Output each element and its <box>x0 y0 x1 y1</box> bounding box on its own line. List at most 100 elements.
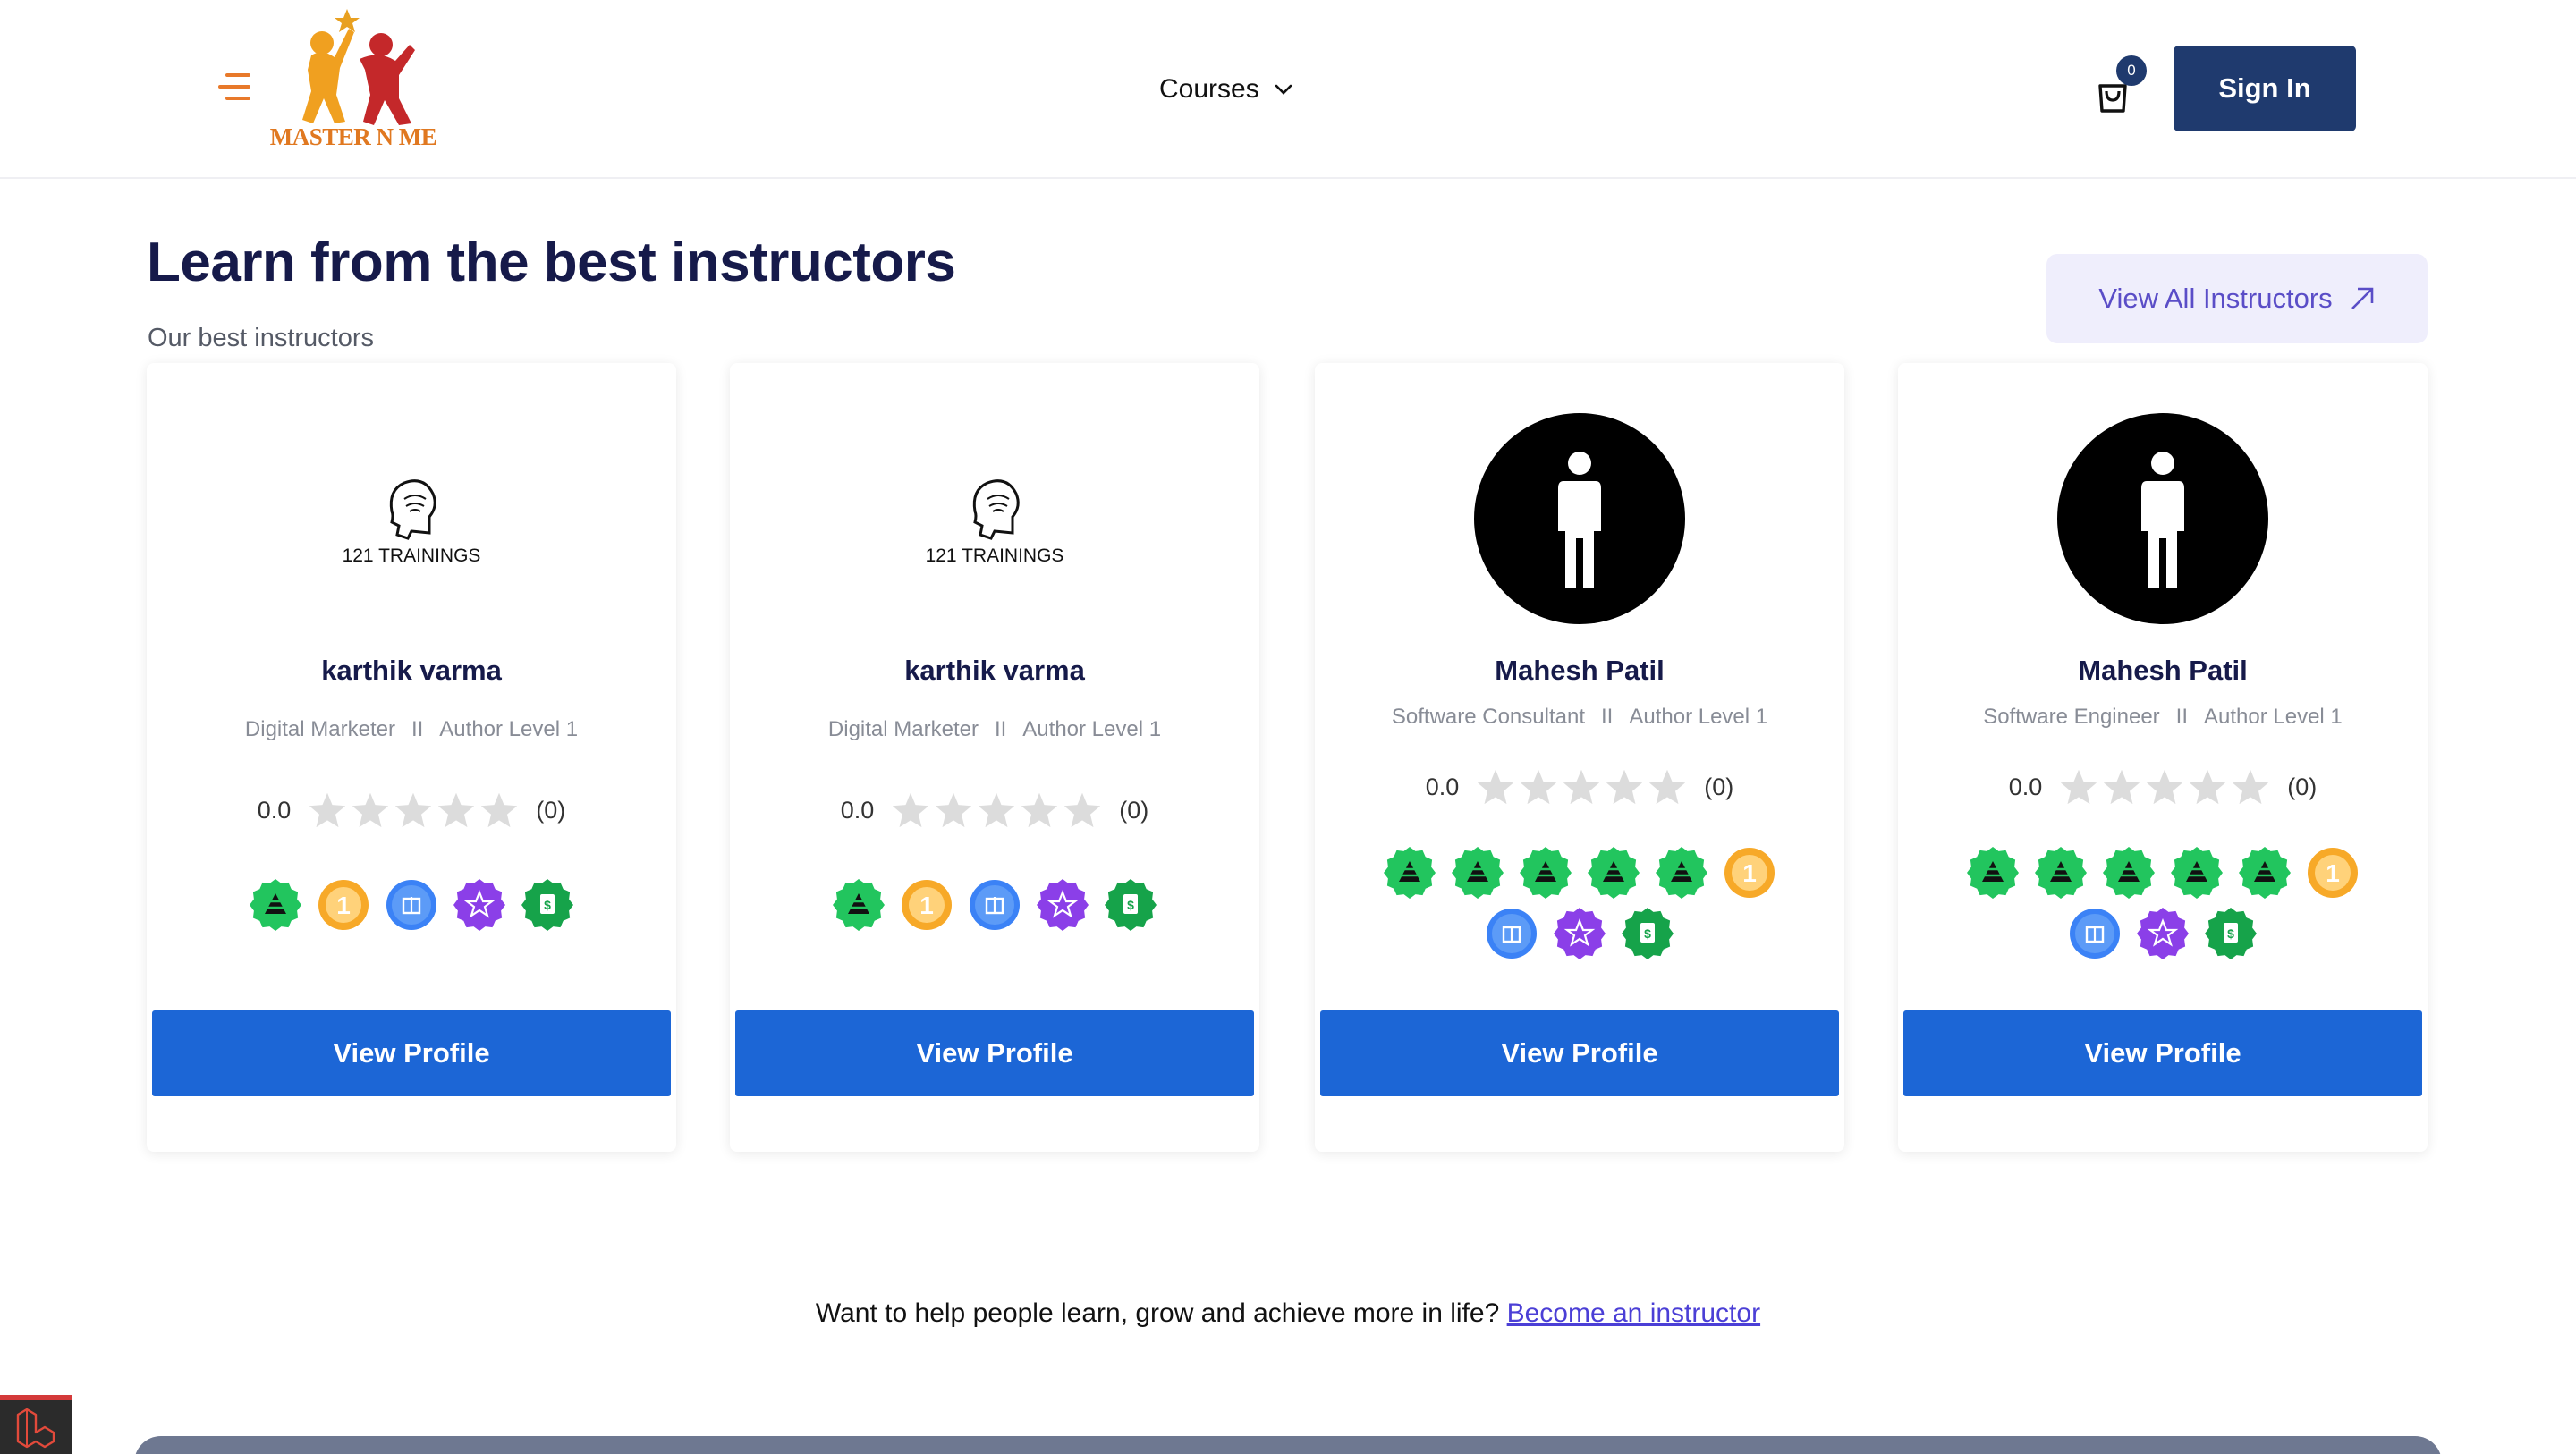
meta-separator: II <box>411 717 424 741</box>
instructor-card: Mahesh Patil Software Engineer II Author Le… <box>1898 363 2428 1152</box>
green-certificate-badge-icon: $ <box>2205 908 2257 959</box>
instructor-name[interactable]: Mahesh Patil <box>1315 655 1844 687</box>
review-count: (0) <box>1704 773 1734 800</box>
hamburger-menu-icon[interactable] <box>218 73 250 102</box>
review-count: (0) <box>2287 773 2318 800</box>
rating-value: 0.0 <box>1425 773 1460 800</box>
rating-row: 0.0 (0) <box>1315 767 1844 807</box>
star-icon <box>1021 792 1058 828</box>
instructor-name[interactable]: Mahesh Patil <box>1898 655 2428 687</box>
svg-text:1: 1 <box>1742 859 1757 887</box>
view-all-label: View All Instructors <box>2098 283 2333 314</box>
purple-star-badge-icon <box>1037 879 1089 931</box>
svg-text:$: $ <box>2227 926 2234 941</box>
green-certificate-badge-icon: $ <box>1105 879 1157 931</box>
green-pyramid-badge-icon <box>1656 847 1707 899</box>
purple-star-badge-icon <box>453 879 505 931</box>
section-title: Learn from the best instructors <box>147 232 956 293</box>
author-level: Author Level 1 <box>1629 705 1768 729</box>
rating-value: 0.0 <box>2008 773 2043 800</box>
rating-value: 0.0 <box>840 796 875 824</box>
become-instructor-cta: Want to help people learn, grow and achi… <box>0 1298 2576 1329</box>
green-pyramid-badge-icon <box>1967 847 2019 899</box>
green-pyramid-badge-icon <box>2171 847 2223 899</box>
site-header: MASTER N ME Courses 0 Sign In <box>0 0 2576 179</box>
green-pyramid-badge-icon <box>1520 847 1572 899</box>
section-subtitle: Our best instructors <box>148 324 375 352</box>
view-profile-button[interactable]: View Profile <box>735 1010 1254 1096</box>
star-icon <box>2061 769 2097 805</box>
meta-separator: II <box>994 717 1007 741</box>
courses-dropdown[interactable]: Courses <box>1159 72 1293 107</box>
meta-separator: II <box>1601 705 1614 729</box>
star-icon <box>309 792 346 828</box>
green-certificate-badge-icon: $ <box>1622 908 1674 959</box>
star-icon <box>1563 769 1600 805</box>
courses-label: Courses <box>1159 74 1259 104</box>
star-icon <box>2190 769 2226 805</box>
instructor-name[interactable]: karthik varma <box>147 655 676 687</box>
badge-list: 1 $ <box>1368 846 1791 960</box>
instructor-role: Digital Marketer <box>827 717 979 741</box>
sign-in-button[interactable]: Sign In <box>2174 46 2356 131</box>
svg-text:$: $ <box>544 898 551 912</box>
star-icon <box>1521 769 1557 805</box>
star-rating <box>2058 767 2271 807</box>
svg-text:$: $ <box>1644 926 1651 941</box>
blue-gift-badge-icon <box>2070 909 2120 959</box>
laravel-icon <box>16 1408 55 1449</box>
svg-text:1: 1 <box>2326 859 2340 887</box>
star-icon <box>1606 769 1643 805</box>
instructor-name[interactable]: karthik varma <box>730 655 1259 687</box>
blue-gift-badge-icon <box>970 880 1020 930</box>
badge-list: 1 $ <box>1952 846 2374 960</box>
chevron-down-icon <box>1275 84 1292 95</box>
star-icon <box>936 792 972 828</box>
blue-gift-badge-icon <box>386 880 436 930</box>
star-icon <box>1064 792 1101 828</box>
purple-star-badge-icon <box>2137 908 2189 959</box>
green-pyramid-badge-icon <box>1384 847 1436 899</box>
green-pyramid-badge-icon <box>2035 847 2087 899</box>
footer-bar <box>134 1436 2442 1454</box>
green-certificate-badge-icon: $ <box>521 879 573 931</box>
star-rating <box>307 790 520 830</box>
star-icon <box>481 792 518 828</box>
view-all-instructors-button[interactable]: View All Instructors <box>2046 254 2428 343</box>
author-level: Author Level 1 <box>439 717 579 741</box>
logo-figures-icon <box>302 9 415 125</box>
view-profile-button[interactable]: View Profile <box>152 1010 671 1096</box>
star-icon <box>1478 769 1514 805</box>
star-icon <box>2233 769 2269 805</box>
instructor-meta: Software Consultant II Author Level 1 <box>1315 705 1844 730</box>
blue-gift-badge-icon <box>1487 909 1537 959</box>
rating-row: 0.0 (0) <box>147 790 676 830</box>
orange-number-one-badge-icon: 1 <box>902 880 952 930</box>
avatar-text: 121 TRAININGS <box>343 545 481 566</box>
rating-value: 0.0 <box>257 796 292 824</box>
instructor-role: Digital Marketer <box>244 717 395 741</box>
instructor-card: 121 TRAININGS karthik varma Digital Market… <box>147 363 676 1152</box>
person-avatar-icon <box>1474 413 1685 624</box>
trainings-logo-icon: 121 TRAININGS <box>343 479 481 566</box>
debug-toolbar-icon[interactable] <box>0 1395 72 1454</box>
logo-text: MASTER N ME <box>269 123 437 150</box>
orange-number-one-badge-icon: 1 <box>318 880 369 930</box>
view-profile-button[interactable]: View Profile <box>1903 1010 2422 1096</box>
instructor-role: Software Engineer <box>1983 705 2160 729</box>
star-icon <box>1649 769 1686 805</box>
star-icon <box>352 792 389 828</box>
site-logo[interactable]: MASTER N ME <box>259 5 447 157</box>
avatar-text: 121 TRAININGS <box>926 545 1064 566</box>
instructor-meta: Software Engineer II Author Level 1 <box>1898 705 2428 730</box>
cart-button[interactable]: 0 <box>2095 55 2147 116</box>
star-rating <box>1475 767 1688 807</box>
green-pyramid-badge-icon <box>2239 847 2291 899</box>
become-instructor-link[interactable]: Become an instructor <box>1507 1298 1760 1328</box>
author-level: Author Level 1 <box>1022 717 1162 741</box>
svg-text:1: 1 <box>336 892 351 919</box>
green-pyramid-badge-icon <box>1452 847 1504 899</box>
svg-text:1: 1 <box>919 892 934 919</box>
instructor-card: 121 TRAININGS karthik varma Digital Market… <box>730 363 1259 1152</box>
view-profile-button[interactable]: View Profile <box>1320 1010 1839 1096</box>
